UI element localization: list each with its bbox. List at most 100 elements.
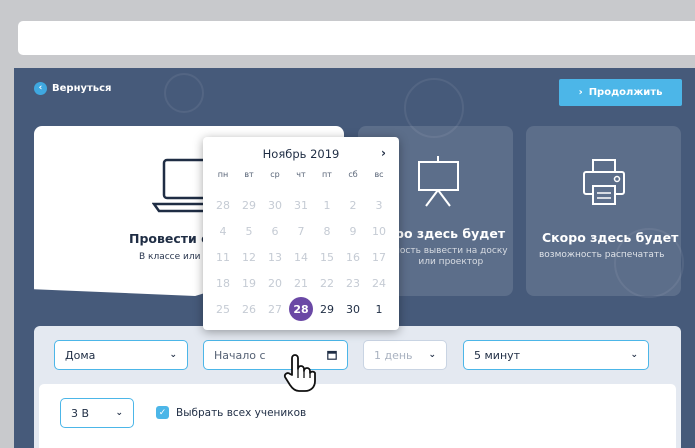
select-all-checkbox[interactable]: ✓ Выбрать всех учеников	[156, 406, 306, 419]
calendar-day[interactable]: 25	[210, 296, 236, 322]
calendar-day[interactable]: 1	[366, 296, 392, 322]
calendar-day-number: 21	[294, 276, 308, 290]
calendar-day[interactable]: 2	[340, 192, 366, 218]
select-all-label: Выбрать всех учеников	[176, 406, 307, 419]
weekday-label: сб	[348, 170, 358, 179]
calendar-day-number: 25	[216, 302, 230, 316]
browser-address-bar[interactable]	[18, 21, 695, 55]
weekday-label: чт	[296, 170, 306, 179]
calendar-day-number: 29	[320, 302, 334, 316]
projector-board-icon	[418, 156, 459, 207]
chevron-right-icon[interactable]: ›	[381, 146, 386, 160]
calendar-day[interactable]: 30	[262, 192, 288, 218]
calendar-day[interactable]: 20	[262, 270, 288, 296]
calendar-day[interactable]: 5	[236, 218, 262, 244]
interval-select[interactable]: 5 минут ⌄	[463, 340, 649, 370]
calendar-day[interactable]: 8	[314, 218, 340, 244]
calendar-day[interactable]: 29	[314, 296, 340, 322]
calendar-day[interactable]: 10	[366, 218, 392, 244]
calendar-day-number: 22	[320, 276, 334, 290]
background-doodle	[164, 73, 204, 113]
interval-value: 5 минут	[474, 348, 521, 362]
calendar-day[interactable]: 18	[210, 270, 236, 296]
printer-icon	[583, 159, 625, 205]
calendar-day-number: 1	[323, 198, 331, 212]
weekday-label: вт	[244, 170, 254, 179]
mode-card-print: Скоро здесь будет возможность распечатат…	[526, 126, 681, 296]
calendar-day-number: 5	[245, 224, 253, 238]
chevron-down-icon: ⌄	[630, 350, 638, 360]
location-select[interactable]: Дома ⌄	[54, 340, 188, 370]
card-subtitle: возможность распечатать	[539, 250, 665, 260]
calendar-day[interactable]: 1	[314, 192, 340, 218]
calendar-day[interactable]: 24	[366, 270, 392, 296]
calendar-day-number: 17	[372, 250, 386, 264]
calendar-day[interactable]: 3	[366, 192, 392, 218]
calendar-day[interactable]: 29	[236, 192, 262, 218]
calendar-day-number: 6	[271, 224, 279, 238]
start-date-input[interactable]: Начало с	[203, 340, 348, 370]
continue-button[interactable]: › Продолжить	[559, 79, 682, 106]
chevron-right-icon: ›	[578, 87, 583, 98]
calendar-day-number: 13	[268, 250, 282, 264]
card-subtitle-line: или проектор	[418, 257, 484, 267]
class-value: 3 В	[71, 406, 90, 420]
calendar-day[interactable]: 16	[340, 244, 366, 270]
calendar-day[interactable]: 15	[314, 244, 340, 270]
filters-panel: Дома ⌄ Начало с 1 день ⌄ 5 минут ⌄ 3 В ⌄…	[34, 326, 681, 448]
calendar-day-number: 15	[320, 250, 334, 264]
calendar-day[interactable]: 31	[288, 192, 314, 218]
hand-pointer-icon	[283, 354, 316, 392]
card-subtitle: ность вывести на доску или проектор	[394, 246, 508, 268]
calendar-icon	[327, 350, 337, 360]
calendar-day-number: 16	[346, 250, 360, 264]
duration-select[interactable]: 1 день ⌄	[363, 340, 447, 370]
calendar-day-number: 30	[346, 302, 360, 316]
students-panel: 3 В ⌄ ✓ Выбрать всех учеников	[39, 384, 676, 448]
calendar-day-number: 4	[219, 224, 227, 238]
calendar-day-number: 14	[294, 250, 308, 264]
calendar-day[interactable]: 9	[340, 218, 366, 244]
calendar-day-number: 20	[268, 276, 282, 290]
location-value: Дома	[65, 348, 96, 362]
calendar-day-number: 28	[216, 198, 230, 212]
calendar-day[interactable]: 27	[262, 296, 288, 322]
calendar-day[interactable]: 22	[314, 270, 340, 296]
calendar-day[interactable]: 12	[236, 244, 262, 270]
calendar-day-number: 3	[375, 198, 383, 212]
calendar-day[interactable]: 19	[236, 270, 262, 296]
calendar-day-number: 10	[372, 224, 386, 238]
calendar-day[interactable]: 7	[288, 218, 314, 244]
chevron-left-icon: ‹	[34, 82, 47, 95]
weekday-label: вс	[374, 170, 384, 179]
back-label: Вернуться	[52, 83, 112, 94]
calendar-day-number: 12	[242, 250, 256, 264]
calendar-day[interactable]: 4	[210, 218, 236, 244]
calendar-day[interactable]: 6	[262, 218, 288, 244]
class-select[interactable]: 3 В ⌄	[60, 398, 134, 428]
calendar-day[interactable]: 14	[288, 244, 314, 270]
calendar-day[interactable]: 23	[340, 270, 366, 296]
calendar-day-number: 1	[375, 302, 383, 316]
calendar-day-number: 31	[294, 198, 308, 212]
calendar-day-number: 30	[268, 198, 282, 212]
calendar-day[interactable]: 17	[366, 244, 392, 270]
calendar-day[interactable]: 21	[288, 270, 314, 296]
chevron-down-icon: ⌄	[428, 350, 436, 360]
calendar-month-title: Ноябрь 2019	[262, 147, 340, 161]
calendar-days-grid: 28 29 30 31 1 2 3 4 5 6 7 8 9 10 11 12 13 14 15 16 17 18 19 20 2…	[210, 192, 392, 322]
calendar-day-number: 2	[349, 198, 357, 212]
calendar-day-number: 24	[372, 276, 386, 290]
calendar-day-number: 28	[289, 297, 313, 321]
calendar-day[interactable]: 26	[236, 296, 262, 322]
calendar-day[interactable]: 13	[262, 244, 288, 270]
calendar-day[interactable]: 11	[210, 244, 236, 270]
calendar-day[interactable]: 28	[210, 192, 236, 218]
chevron-down-icon: ⌄	[115, 408, 123, 418]
calendar-day[interactable]: 30	[340, 296, 366, 322]
date-picker-popup: Ноябрь 2019 › пн вт ср чт пт сб вс 28 29 30 31 1 2 3…	[203, 137, 399, 330]
back-button[interactable]: ‹ Вернуться	[34, 82, 111, 95]
calendar-day-selected[interactable]: 28	[288, 296, 314, 322]
check-icon: ✓	[156, 406, 169, 419]
chevron-down-icon: ⌄	[169, 350, 177, 360]
